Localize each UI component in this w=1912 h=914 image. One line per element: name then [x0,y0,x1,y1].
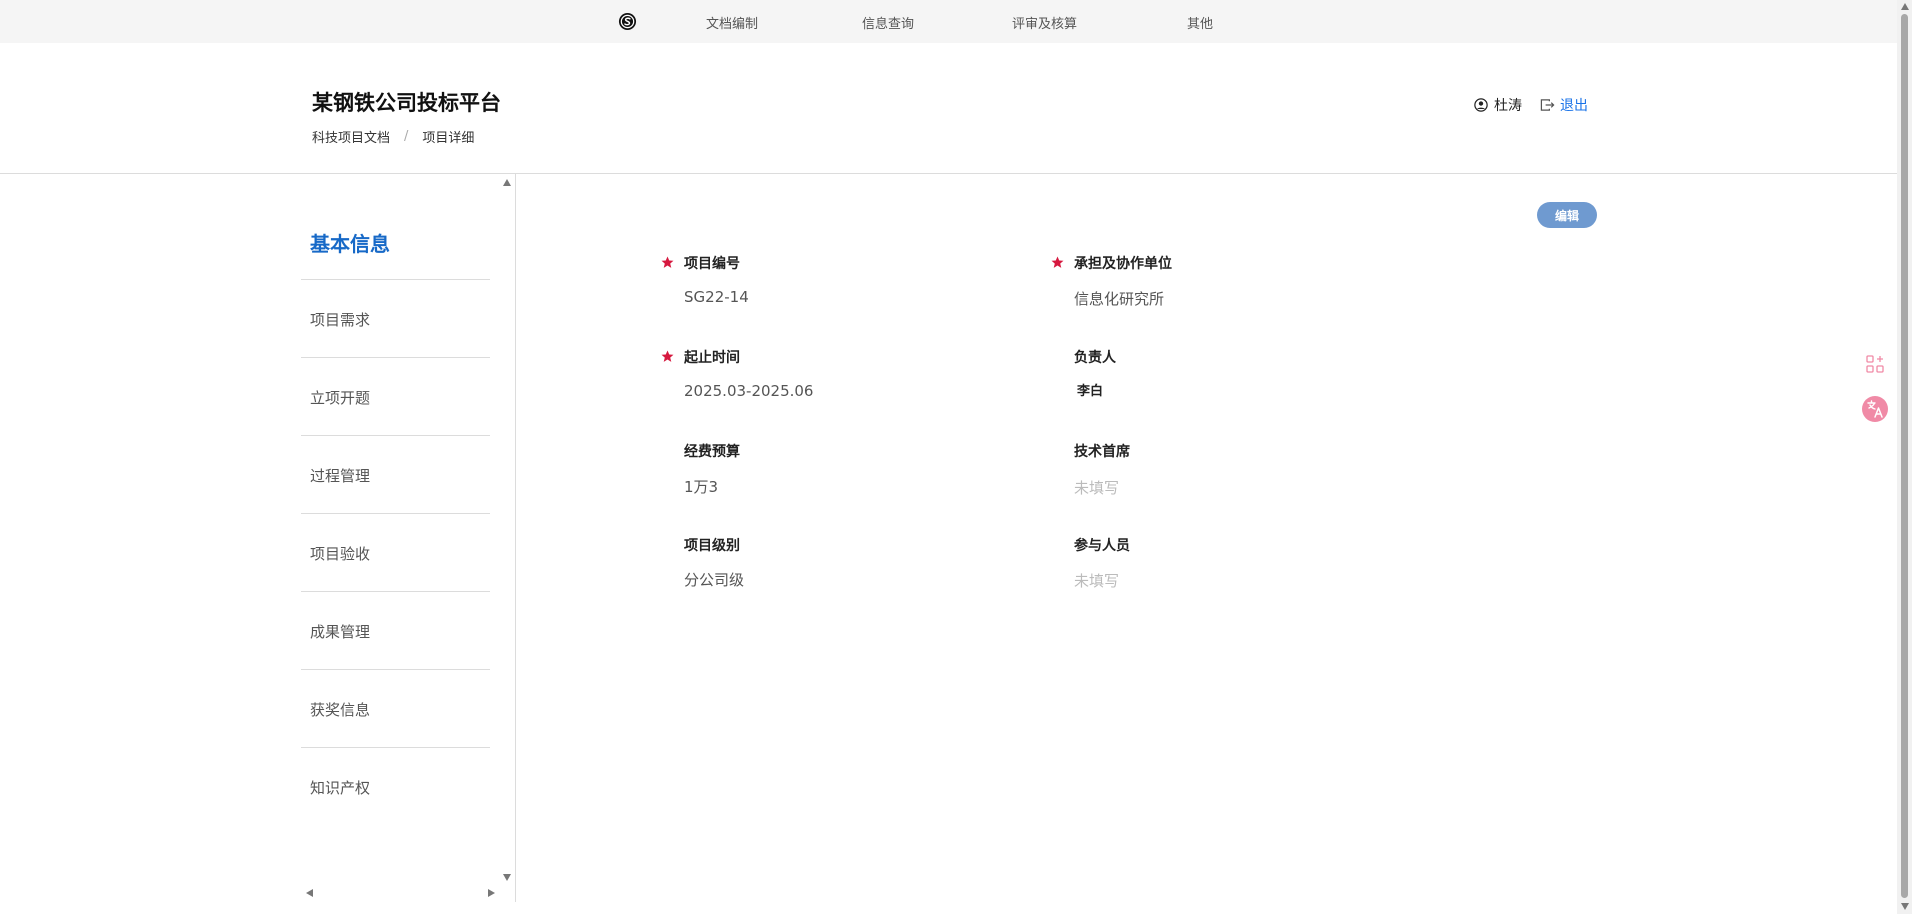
breadcrumb-separator: / [404,129,409,144]
field-label-period: 起止时间 [684,350,740,366]
sidebar-scroll-right-icon[interactable] [488,889,495,897]
required-star-icon [661,350,674,362]
sidebar-item-awards[interactable]: 获奖信息 [310,699,370,720]
field-value-budget: 1万3 [684,478,719,496]
sidebar-item-intellectual-property[interactable]: 知识产权 [310,777,370,798]
field-label-project-level: 项目级别 [684,538,740,554]
sidebar-divider [301,357,490,358]
field-label-person-in-charge: 负责人 [1074,350,1116,366]
sidebar-divider [301,747,490,748]
sidebar-divider [301,591,490,592]
nav-item-info-query[interactable]: 信息查询 [862,13,914,32]
required-star-icon [1051,256,1064,268]
user-circle-icon [1474,98,1488,112]
field-label-project-number: 项目编号 [684,256,740,272]
page-scroll-down-icon[interactable] [1901,903,1909,910]
sidebar-item-process-management[interactable]: 过程管理 [310,465,370,486]
field-label-undertaking-unit: 承担及协作单位 [1074,256,1172,272]
breadcrumb-item-docs[interactable]: 科技项目文档 [312,127,390,146]
username: 杜涛 [1494,98,1522,114]
sidebar-scroll-left-icon[interactable] [306,889,313,897]
brand-s-logo-icon[interactable] [618,12,637,31]
logout-icon[interactable] [1540,98,1555,112]
sidebar-scroll-down-icon[interactable] [503,874,511,881]
page-scrollbar[interactable] [1897,0,1912,914]
sidebar-item-project-acceptance[interactable]: 项目验收 [310,543,370,564]
field-value-period: 2025.03-2025.06 [684,382,814,400]
sidebar-scroll-up-icon[interactable] [503,179,511,186]
sidebar-divider [301,669,490,670]
sidebar-item-basic-info[interactable]: 基本信息 [310,228,390,257]
sidebar-item-results-management[interactable]: 成果管理 [310,621,370,642]
sidebar-divider [301,435,490,436]
field-label-chief-technologist: 技术首席 [1074,444,1130,460]
nav-item-review-accounting[interactable]: 评审及核算 [1012,13,1077,32]
edit-button[interactable]: 编辑 [1537,202,1597,228]
sidebar-divider [301,279,490,280]
field-value-undertaking-unit: 信息化研究所 [1074,290,1165,308]
breadcrumb-item-current: 项目详细 [422,131,475,146]
field-value-participants: 未填写 [1074,572,1120,590]
page-header: 某钢铁公司投标平台 科技项目文档 / 项目详细 杜涛 退出 [0,43,1897,174]
required-star-icon [661,256,674,268]
field-value-project-level: 分公司级 [684,571,745,589]
page-scrollbar-thumb[interactable] [1901,14,1908,898]
sidebar: 基本信息 项目需求 立项开题 过程管理 项目验收 成果管理 获奖信息 知识产权 [0,174,516,902]
sidebar-divider [301,513,490,514]
user-box: 杜涛 退出 [1474,95,1588,115]
field-value-project-number: SG22-14 [684,288,749,306]
top-navigation-bar: 文档编制 信息查询 评审及核算 其他 [0,0,1897,43]
app-title: 某钢铁公司投标平台 [312,91,501,115]
field-value-chief-technologist: 未填写 [1074,479,1120,497]
field-label-budget: 经费预算 [684,444,740,460]
apps-grid-icon[interactable] [1866,355,1884,373]
nav-item-doc-editing[interactable]: 文档编制 [706,13,758,32]
field-label-participants: 参与人员 [1074,538,1130,554]
breadcrumb: 科技项目文档 / 项目详细 [312,127,474,146]
field-value-person-in-charge: 李白 [1077,384,1104,399]
sidebar-item-project-initiation[interactable]: 立项开题 [310,387,370,408]
translate-icon[interactable] [1861,395,1889,423]
nav-item-other[interactable]: 其他 [1187,13,1213,32]
page-scroll-up-icon[interactable] [1901,3,1909,10]
sidebar-item-requirements[interactable]: 项目需求 [310,309,370,330]
logout-link[interactable]: 退出 [1560,95,1588,115]
